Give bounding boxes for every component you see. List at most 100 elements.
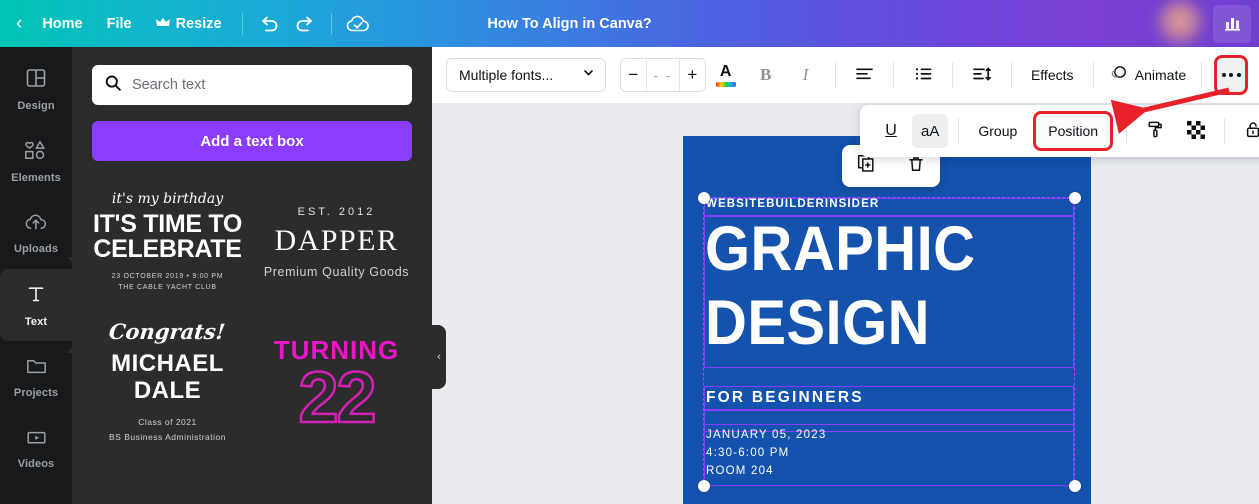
file-label: File [107, 16, 132, 32]
resize-handle-bottom-right[interactable] [1069, 480, 1081, 492]
sidebar-item-elements[interactable]: Elements [0, 125, 72, 197]
font-size-decrease-button[interactable]: − [621, 59, 646, 91]
topbar-right-group [1153, 0, 1259, 47]
redo-arrow-icon[interactable] [287, 8, 323, 40]
trash-icon[interactable] [907, 155, 925, 178]
toolbar-divider-2 [893, 62, 894, 88]
template-subtext: 23 OCTOBER 2019 • 9:00 PM THE CABLE YACH… [112, 271, 224, 293]
back-chevron-icon[interactable]: ‹ [0, 14, 30, 33]
template-script-text: it's my birthday [112, 191, 223, 207]
template-headline: MICHAEL DALE [111, 351, 224, 405]
resize-handle-top-right[interactable] [1069, 192, 1081, 204]
left-nav-rail: Design Elements Uploads [0, 47, 72, 504]
file-menu-button[interactable]: File [95, 9, 144, 39]
transparency-checker-icon [1187, 121, 1205, 142]
sidebar-item-uploads[interactable]: Uploads [0, 197, 72, 269]
template-subtext: Class of 2021 BS Business Administration [109, 415, 226, 441]
bullet-list-button[interactable] [906, 58, 940, 92]
text-t-icon [25, 283, 47, 310]
chevron-down-icon [582, 66, 595, 84]
resize-button[interactable]: Resize [144, 9, 234, 39]
topbar-divider-2 [331, 13, 332, 35]
template-headline: IT'S TIME TO CELEBRATE [93, 212, 242, 263]
crown-icon [156, 16, 170, 32]
animate-label: Animate [1135, 67, 1186, 83]
search-icon [104, 74, 122, 97]
line-spacing-icon [972, 66, 992, 85]
sidebar-item-text[interactable]: Text [0, 269, 72, 341]
font-color-swatch [716, 82, 736, 87]
topbar-divider-1 [242, 13, 243, 35]
folder-icon [25, 356, 48, 381]
position-button[interactable]: Position [1036, 114, 1110, 148]
popup-divider-3 [1224, 118, 1225, 144]
line-spacing-button[interactable] [965, 58, 999, 92]
sidebar-label-text: Text [25, 316, 47, 328]
font-family-label: Multiple fonts... [459, 67, 553, 83]
more-options-popup: U aA Group Position [860, 105, 1259, 157]
resize-handle-bottom-left[interactable] [698, 480, 710, 492]
lock-button[interactable] [1235, 114, 1259, 148]
add-text-box-button[interactable]: Add a text box [92, 121, 412, 161]
bold-button[interactable]: B [749, 58, 783, 92]
animate-circles-icon [1109, 65, 1128, 85]
home-label: Home [42, 16, 82, 32]
letter-case-button[interactable]: aA [912, 114, 948, 148]
italic-button[interactable]: I [789, 58, 823, 92]
font-size-value[interactable]: - - [646, 59, 680, 91]
undo-arrow-icon[interactable] [251, 8, 287, 40]
font-color-a-icon: A [720, 64, 732, 80]
home-menu-button[interactable]: Home [30, 9, 94, 39]
design-canvas[interactable]: WEBSITEBUILDERINSIDER GRAPHIC DESIGN FOR… [683, 136, 1091, 504]
font-color-button[interactable]: A [709, 58, 743, 92]
topbar-left-group: ‹ Home File Resize [0, 0, 376, 47]
paint-roller-icon [1146, 120, 1165, 142]
text-align-button[interactable] [847, 58, 881, 92]
text-format-toolbar: Multiple fonts... − - - + A B I [432, 47, 1259, 103]
font-size-increase-button[interactable]: + [680, 59, 705, 91]
sidebar-label-elements: Elements [11, 172, 61, 184]
text-template-birthday[interactable]: it's my birthday IT'S TIME TO CELEBRATE … [92, 183, 243, 301]
copy-style-button[interactable] [1137, 114, 1174, 148]
cloud-saved-icon[interactable] [340, 8, 376, 40]
canva-editor-window: ‹ Home File Resize [0, 0, 1259, 504]
template-number: 22 [298, 368, 374, 430]
panel-collapse-chevron-left-icon[interactable]: ‹ [432, 325, 446, 389]
text-template-congrats[interactable]: Congrats! MICHAEL DALE Class of 2021 BS … [92, 323, 243, 441]
text-template-dapper[interactable]: EST. 2012 DAPPER Premium Quality Goods [261, 183, 412, 301]
layout-grid-icon [25, 67, 47, 94]
sidebar-item-videos[interactable]: Videos [0, 413, 72, 485]
duplicate-icon[interactable] [857, 154, 876, 178]
top-app-bar: ‹ Home File Resize [0, 0, 1259, 47]
toolbar-divider-1 [835, 62, 836, 88]
search-bar[interactable] [92, 65, 412, 105]
underline-label: U [885, 122, 897, 140]
video-play-icon [25, 428, 48, 452]
bar-chart-icon[interactable] [1213, 5, 1251, 43]
document-title[interactable]: How To Align in Canva? [487, 16, 651, 32]
more-options-button[interactable] [1217, 58, 1245, 92]
transparency-button[interactable] [1178, 114, 1214, 148]
group-button[interactable]: Group [969, 114, 1026, 148]
template-script-text: Congrats! [108, 323, 227, 344]
effects-button[interactable]: Effects [1024, 58, 1081, 92]
design-title-line-1: GRAPHIC [705, 220, 975, 279]
sidebar-item-design[interactable]: Design [0, 53, 72, 125]
italic-label: I [803, 65, 809, 85]
font-family-select[interactable]: Multiple fonts... [446, 58, 606, 92]
bullet-list-icon [914, 66, 933, 85]
animate-button[interactable]: Animate [1105, 58, 1189, 92]
avatar[interactable] [1153, 0, 1207, 51]
design-brand-text: WEBSITEBUILDERINSIDER [706, 198, 879, 210]
sidebar-label-videos: Videos [18, 458, 54, 470]
text-align-left-icon [855, 66, 874, 85]
sidebar-item-projects[interactable]: Projects [0, 341, 72, 413]
font-size-stepper: − - - + [620, 58, 706, 92]
resize-handle-top-left[interactable] [698, 192, 710, 204]
editor-workspace: WEBSITEBUILDERINSIDER GRAPHIC DESIGN FOR… [432, 47, 1259, 504]
shapes-icon [23, 139, 49, 166]
underline-button[interactable]: U [874, 114, 908, 148]
text-template-turning22[interactable]: TURNING 22 [261, 323, 412, 441]
sidebar-label-uploads: Uploads [14, 243, 58, 255]
search-input[interactable] [132, 77, 400, 93]
